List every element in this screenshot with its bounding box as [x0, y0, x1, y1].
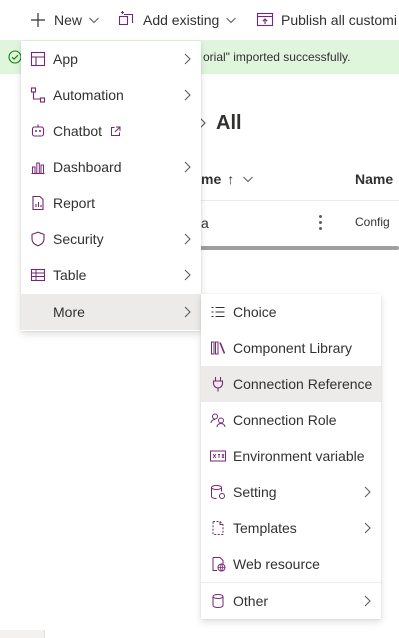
menu-item-label: More [53, 304, 85, 320]
menu-item-label: Connection Reference [233, 376, 373, 392]
column-header-name-label: me [201, 171, 222, 187]
menu-item-label: Chatbot [53, 123, 121, 139]
table-header-divider [190, 200, 399, 201]
menu-item-label: Templates [233, 520, 297, 536]
menu-item-label: Setting [233, 484, 277, 500]
menu-item-label: Report [53, 195, 96, 211]
external-link-icon [110, 126, 121, 137]
chevron-right-icon [183, 53, 191, 65]
menu-item-chatbot[interactable]: Chatbot [21, 113, 201, 149]
chevron-down-icon [88, 14, 100, 26]
table-cell-name[interactable]: a [201, 215, 209, 231]
menu-item-label: Table [53, 267, 87, 283]
add-existing-label: Add existing [143, 12, 220, 28]
variable-icon [209, 447, 227, 465]
report-icon [29, 194, 47, 212]
template-icon [209, 519, 227, 537]
dashboard-icon [29, 158, 47, 176]
plus-icon [28, 10, 48, 30]
menu-item-label: App [53, 51, 78, 67]
menu-item-choice[interactable]: Choice [201, 294, 381, 330]
publish-icon [255, 10, 275, 30]
chevron-right-icon [183, 269, 191, 281]
shield-icon [29, 230, 47, 248]
column-header-name[interactable]: me ↑ [201, 171, 254, 187]
flow-icon [29, 86, 47, 104]
menu-item-security[interactable]: Security [21, 221, 201, 257]
menu-item-label: Security [53, 231, 104, 247]
list-icon [209, 303, 227, 321]
people-icon [209, 411, 227, 429]
page-title: All [216, 112, 242, 134]
chevron-down-icon [225, 14, 237, 26]
banner-message: orial" imported successfully. [203, 50, 351, 64]
menu-item-dashboard[interactable]: Dashboard [21, 149, 201, 185]
chevron-right-icon [363, 486, 371, 498]
publish-all-label: Publish all customi [281, 12, 397, 28]
chevron-right-icon [363, 595, 371, 607]
menu-item-connection-role[interactable]: Connection Role [201, 402, 381, 438]
menu-item-label: Component Library [233, 340, 353, 356]
menu-item-other[interactable]: Other [201, 583, 381, 619]
library-icon [209, 339, 227, 357]
chevron-right-icon [183, 306, 191, 318]
menu-item-label: Choice [233, 304, 277, 320]
table-cell-type: Config [355, 215, 390, 229]
menu-item-label: Environment variable [233, 448, 365, 464]
database-icon [209, 592, 227, 610]
app-icon [29, 50, 47, 68]
new-menu: App Automation Chatbot Dashboard Report … [21, 41, 201, 331]
check-circle-icon [8, 50, 22, 64]
menu-item-label: Other [233, 593, 269, 609]
add-existing-icon [117, 10, 137, 30]
menu-item-label: Web resource [233, 556, 320, 572]
globe-page-icon [209, 555, 227, 573]
column-header-name2[interactable]: Name [355, 171, 393, 187]
menu-item-connection-reference[interactable]: Connection Reference [201, 366, 381, 402]
chevron-right-icon [183, 233, 191, 245]
command-bar: New Add existing Publish all customi [0, 0, 399, 40]
settings-db-icon [209, 483, 227, 501]
menu-item-more[interactable]: More [21, 294, 201, 330]
menu-item-label: Connection Role [233, 412, 337, 428]
chevron-down-icon [242, 173, 254, 185]
add-existing-button[interactable]: Add existing [113, 0, 241, 40]
more-submenu: Choice Component Library Connection Refe… [201, 294, 381, 619]
menu-item-app[interactable]: App [21, 41, 201, 77]
menu-item-label: Automation [53, 87, 124, 103]
menu-item-templates[interactable]: Templates [201, 510, 381, 546]
horizontal-scrollbar[interactable] [190, 246, 399, 250]
chevron-right-icon [183, 89, 191, 101]
menu-item-setting[interactable]: Setting [201, 474, 381, 510]
menu-item-label: Dashboard [53, 159, 122, 175]
chevron-right-icon [183, 161, 191, 173]
menu-item-report[interactable]: Report [21, 185, 201, 221]
menu-item-web-resource[interactable]: Web resource [201, 546, 381, 582]
new-button-label: New [54, 12, 83, 28]
new-button[interactable]: New [24, 0, 104, 40]
menu-item-table[interactable]: Table [21, 257, 201, 293]
chatbot-label: Chatbot [53, 123, 103, 139]
plug-icon [209, 375, 227, 393]
chevron-right-icon [363, 522, 371, 534]
bottom-tab-edge [0, 630, 45, 638]
more-actions-icon[interactable] [312, 211, 328, 233]
publish-all-button[interactable]: Publish all customi [251, 0, 399, 40]
sort-ascending-icon: ↑ [227, 171, 235, 187]
menu-item-environment-variable[interactable]: Environment variable [201, 438, 381, 474]
menu-item-automation[interactable]: Automation [21, 77, 201, 113]
menu-item-component-library[interactable]: Component Library [201, 330, 381, 366]
bot-icon [29, 122, 47, 140]
table-icon [29, 266, 47, 284]
